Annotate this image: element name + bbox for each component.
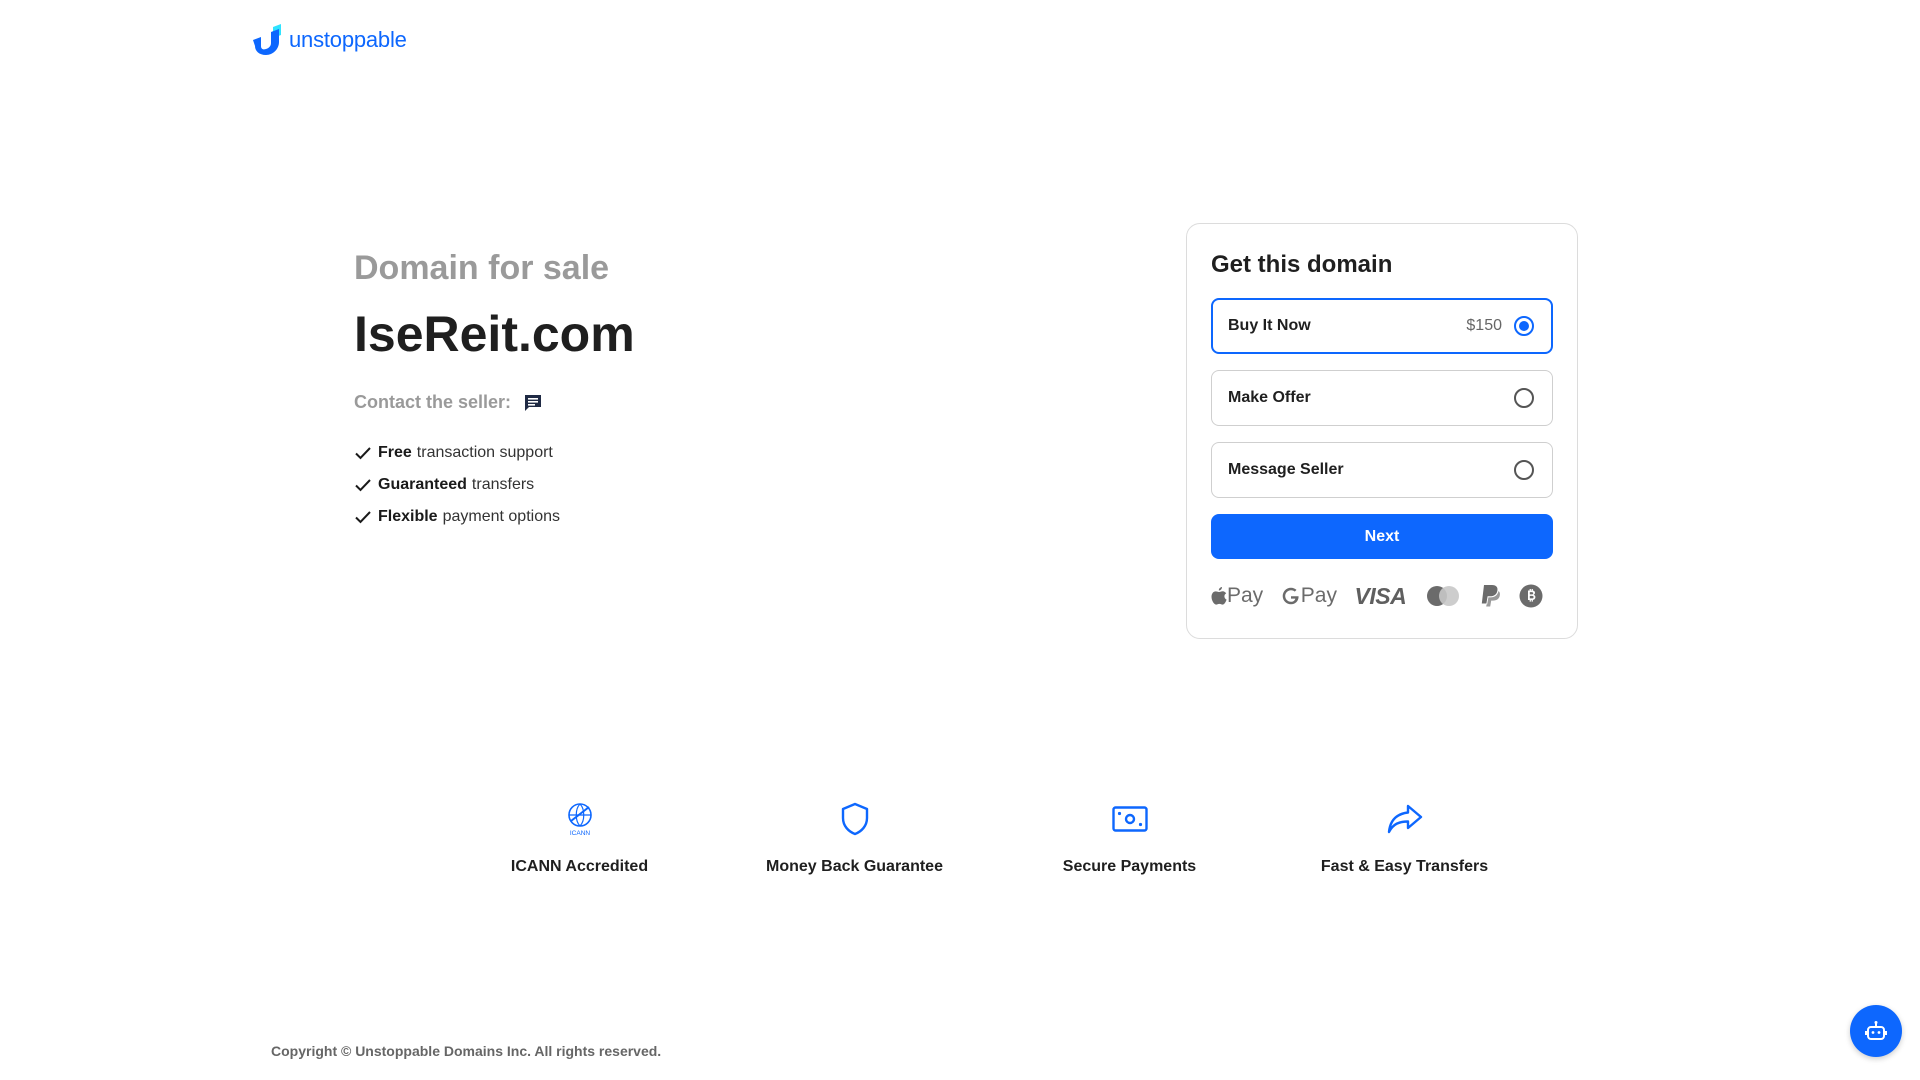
hero-section: Domain for sale IseReit.com Contact the …: [354, 246, 1054, 533]
feature-rest: payment options: [442, 508, 560, 525]
trust-icon-wrap: [1387, 800, 1423, 838]
card-title: Get this domain: [1211, 251, 1393, 278]
forward-arrow-icon: [1387, 804, 1422, 834]
feature-bold: Free: [378, 444, 412, 461]
option-right: [1514, 460, 1534, 480]
visa: VISA: [1355, 583, 1407, 610]
purchase-card: Get this domain Buy It Now $150 Make Off…: [1186, 223, 1578, 639]
option-right: [1514, 388, 1534, 408]
paypal-icon: [1482, 585, 1501, 607]
google-pay-text: Pay: [1300, 584, 1337, 607]
chatbot-button[interactable]: [1850, 1005, 1902, 1057]
page: unstoppable Domain for sale IseReit.com …: [0, 0, 1920, 1080]
paypal: [1479, 584, 1501, 608]
trust-icon-wrap: ICANN: [563, 800, 597, 838]
contact-seller: Contact the seller:: [354, 392, 1054, 413]
option-label: Buy It Now: [1228, 317, 1311, 334]
trust-icann: ICANN ICANN Accredited: [442, 800, 717, 876]
google-pay: Pay: [1281, 584, 1337, 608]
option-right: $150: [1466, 316, 1534, 336]
option-label: Message Seller: [1228, 461, 1344, 478]
option-price: $150: [1466, 317, 1502, 334]
radio-unselected[interactable]: [1514, 460, 1534, 480]
check-icon: [355, 511, 371, 524]
brand-name: unstoppable: [289, 27, 407, 52]
option-message-seller[interactable]: Message Seller: [1211, 442, 1553, 498]
mastercard: [1424, 584, 1462, 608]
check-icon: [355, 447, 371, 460]
trust-label: ICANN Accredited: [510, 858, 649, 875]
shield-icon: [841, 802, 868, 836]
feature-item: Free transaction support: [354, 437, 1054, 469]
domain-for-sale-label: Domain for sale: [354, 249, 610, 287]
chat-button[interactable]: [523, 393, 543, 413]
feature-text: Free transaction support: [378, 444, 553, 462]
trust-fast-transfers: Fast & Easy Transfers: [1267, 800, 1542, 876]
feature-text: Guaranteed transfers: [378, 476, 534, 494]
feature-list: Free transaction support Guaranteed transf…: [354, 437, 1054, 533]
feature-item: Flexible payment options: [354, 501, 1054, 533]
icann-icon: ICANN: [567, 803, 592, 837]
footer-copyright: Copyright © Unstoppable Domains Inc. All…: [271, 1043, 662, 1059]
trust-label: Secure Payments: [1062, 858, 1197, 875]
contact-seller-label: Contact the seller:: [354, 392, 512, 412]
google-g-icon: [1282, 587, 1299, 605]
mastercard-icon: [1426, 586, 1459, 606]
feature-bold: Flexible: [378, 508, 438, 525]
trust-label: Money Back Guarantee: [766, 858, 943, 875]
trust-row: ICANN ICANN Accredited Money Back Guaran…: [442, 800, 1664, 876]
cash-icon: [1111, 806, 1148, 832]
trust-money-back: Money Back Guarantee: [717, 800, 992, 876]
trust-icon-wrap: [1111, 800, 1148, 838]
bitcoin: [1519, 584, 1543, 608]
trust-secure-payments: Secure Payments: [992, 800, 1267, 876]
radio-unselected[interactable]: [1514, 388, 1534, 408]
feature-rest: transfers: [471, 476, 535, 493]
trust-icon-wrap: [840, 800, 870, 838]
apple-pay: Pay: [1211, 584, 1263, 608]
check-icon: [355, 479, 371, 492]
apple-icon: [1211, 587, 1227, 605]
icann-icon-text: ICANN: [569, 830, 590, 837]
feature-item: Guaranteed transfers: [354, 469, 1054, 501]
bitcoin-icon: [1519, 584, 1543, 608]
option-make-offer[interactable]: Make Offer: [1211, 370, 1553, 426]
feature-rest: transaction support: [416, 444, 553, 461]
robot-icon: [1865, 1021, 1887, 1040]
radio-selected[interactable]: [1514, 316, 1534, 336]
next-button[interactable]: Next: [1211, 514, 1553, 559]
brand-logo[interactable]: unstoppable: [251, 24, 407, 56]
unstoppable-logo-icon: [253, 24, 281, 55]
payment-methods: Pay Pay VISA: [1211, 581, 1553, 611]
trust-label: Fast & Easy Transfers: [1320, 858, 1489, 875]
apple-pay-text: Pay: [1227, 584, 1264, 607]
feature-text: Flexible payment options: [378, 508, 560, 526]
option-label: Make Offer: [1228, 389, 1311, 406]
domain-name: IseReit.com: [354, 306, 635, 362]
visa-logo: VISA: [1354, 582, 1407, 609]
option-buy-it-now[interactable]: Buy It Now $150: [1211, 298, 1553, 354]
feature-bold: Guaranteed: [378, 476, 467, 493]
chat-icon: [525, 394, 542, 411]
